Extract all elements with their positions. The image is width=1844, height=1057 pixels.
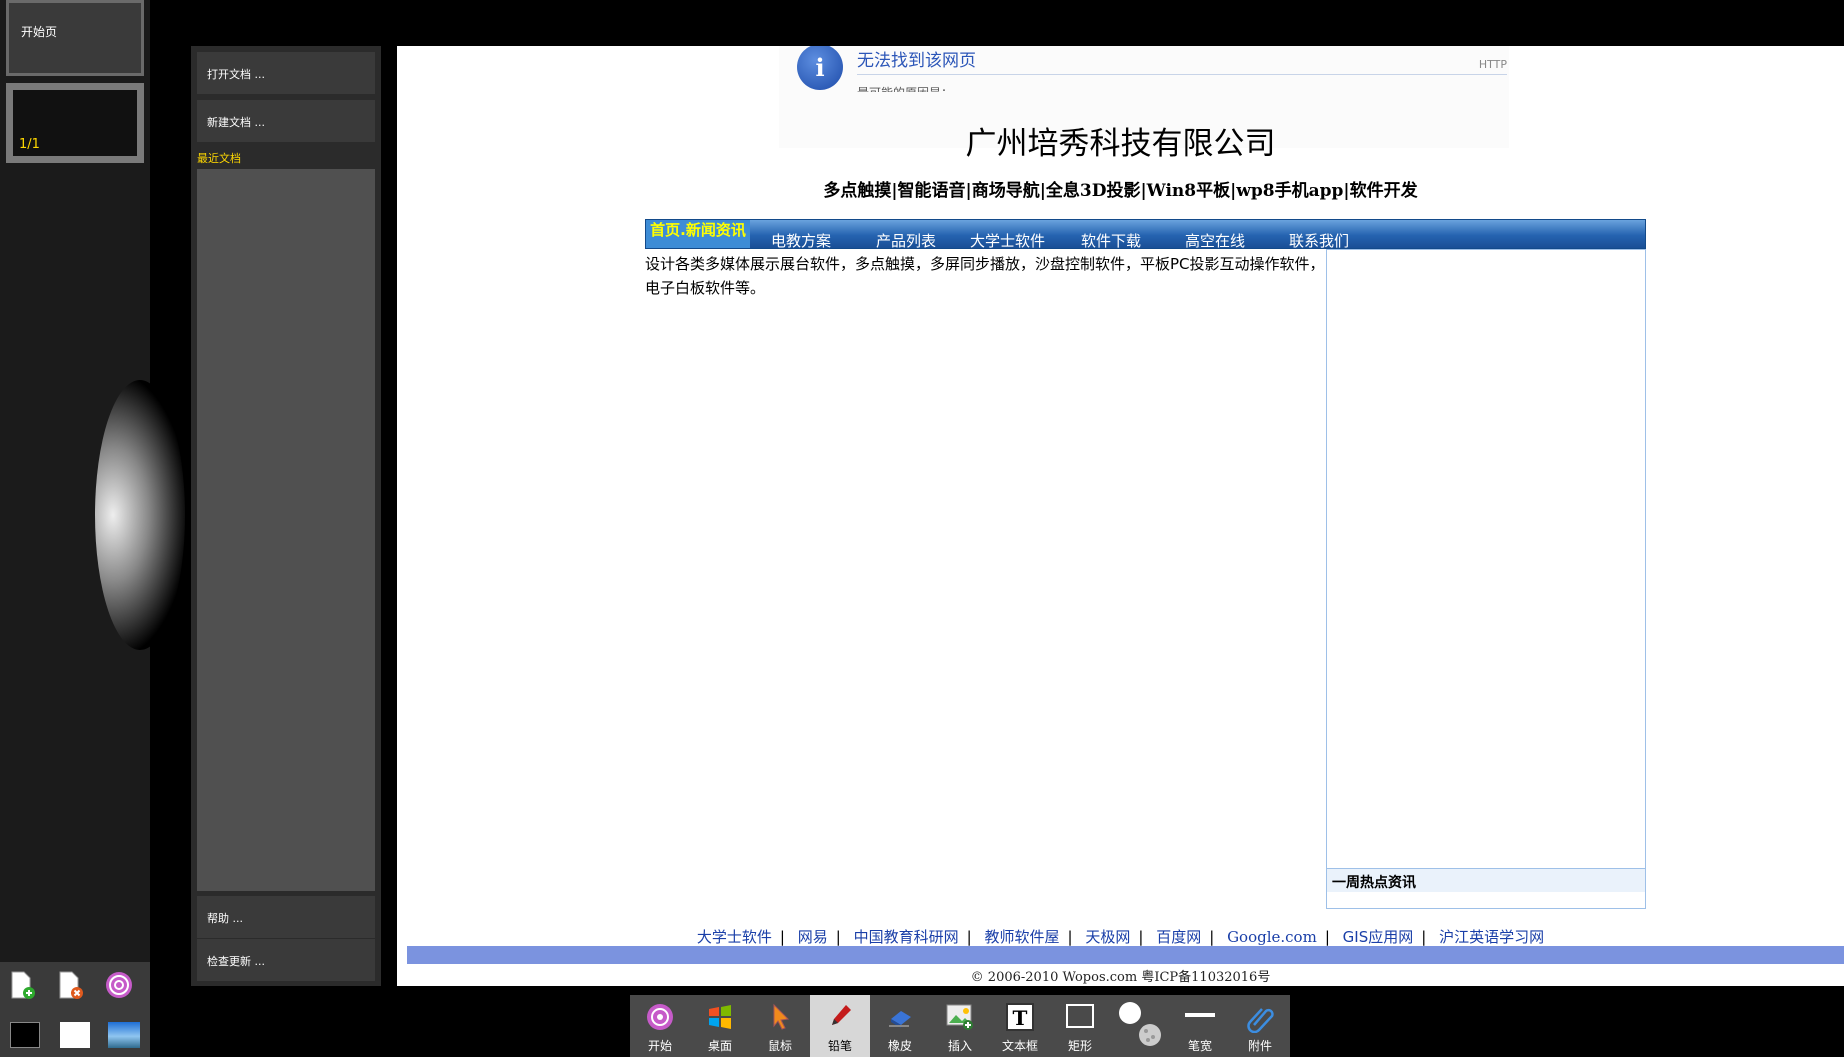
textbox-icon: T	[1005, 1001, 1035, 1033]
error-title: 无法找到该网页	[857, 51, 976, 71]
copyright-text: © 2006-2010 Wopos.com 粤ICP备11032016号	[970, 970, 1271, 985]
site-nav-bar: 首页.新闻资讯 电教方案 产品列表 大学士软件 软件下载 高空在线 联系我们	[645, 219, 1646, 249]
start-tool-label: 开始	[647, 1039, 672, 1053]
link-item[interactable]: 沪江英语学习网	[1439, 928, 1544, 946]
error-http-label: HTTP	[1478, 58, 1507, 71]
pencil-icon	[825, 1001, 855, 1033]
decorative-arc	[95, 380, 185, 650]
windows-logo-icon	[705, 1001, 735, 1033]
pencil-tool-label: 铅笔	[827, 1039, 852, 1053]
delete-page-icon[interactable]	[55, 970, 85, 1000]
link-item[interactable]: 百度网	[1156, 928, 1201, 946]
start-page-label: 开始页	[21, 25, 58, 39]
rectangle-tool-label: 矩形	[1067, 1039, 1092, 1053]
nav-item-online[interactable]: 高空在线	[1185, 230, 1245, 248]
pen-width-tool-button[interactable]: 笔宽	[1170, 995, 1230, 1057]
eraser-icon	[885, 1001, 915, 1033]
error-divider	[857, 74, 1507, 75]
error-detail-text: 最可能的原因是：	[857, 84, 953, 92]
new-document-label: 新建文档 ...	[207, 116, 265, 129]
start-tool-button[interactable]: 开始	[630, 995, 690, 1057]
desktop-tool-label: 桌面	[707, 1039, 732, 1053]
color-picker-icon	[1118, 999, 1164, 1049]
spiral-icon	[645, 1001, 675, 1033]
link-item[interactable]: Google.com	[1227, 928, 1317, 946]
sidebar-news-box: 一周热点资讯	[1326, 249, 1646, 909]
recent-documents-list[interactable]	[197, 169, 375, 891]
link-item[interactable]: 大学士软件	[697, 928, 772, 946]
start-menu-panel: 打开文档 ... 新建文档 ... 最近文档 帮助 ... 检查更新 ...	[191, 46, 381, 986]
footer-bar	[407, 946, 1844, 964]
company-tagline: 多点触摸|智能语音|商场导航|全息3D投影|Win8平板|wp8手机app|软件…	[823, 181, 1418, 201]
web-page-view[interactable]: i 无法找到该网页 HTTP 最可能的原因是： 广州培秀科技有限公司 多点触摸|…	[397, 46, 1844, 986]
nav-item-solutions[interactable]: 电教方案	[771, 230, 831, 248]
nav-item-downloads[interactable]: 软件下载	[1081, 230, 1141, 248]
nav-item-products[interactable]: 产品列表	[876, 230, 936, 248]
nav-home-news[interactable]: 首页.新闻资讯	[646, 220, 750, 248]
link-item[interactable]: 网易	[798, 928, 828, 946]
pen-width-tool-label: 笔宽	[1187, 1039, 1212, 1053]
svg-text:T: T	[1013, 1006, 1028, 1030]
color-tool-button[interactable]	[1110, 995, 1170, 1057]
start-page-tab[interactable]: 开始页	[6, 0, 144, 76]
mouse-tool-button[interactable]: 鼠标	[750, 995, 810, 1057]
textbox-tool-label: 文本框	[1001, 1039, 1038, 1053]
rectangle-tool-button[interactable]: 矩形	[1050, 995, 1110, 1057]
attachment-tool-label: 附件	[1247, 1039, 1272, 1053]
company-title: 广州培秀科技有限公司	[965, 126, 1276, 162]
link-item[interactable]: GIS应用网	[1343, 928, 1414, 946]
desktop-tool-button[interactable]: 桌面	[690, 995, 750, 1057]
bottom-toolbar: 开始 桌面 鼠标 铅笔 橡皮 插入 T 文本框 矩形 笔宽 附件	[630, 995, 1290, 1057]
nav-item-software[interactable]: 大学士软件	[970, 230, 1045, 248]
check-update-label: 检查更新 ...	[207, 955, 265, 968]
intro-text: 设计各类多媒体展示展台软件，多点触摸，多屏同步播放，沙盘控制软件，平板PC投影互…	[645, 255, 1325, 297]
open-document-label: 打开文档 ...	[207, 68, 265, 81]
eraser-tool-button[interactable]: 橡皮	[870, 995, 930, 1057]
spiral-icon[interactable]	[104, 970, 134, 1000]
eraser-tool-label: 橡皮	[887, 1039, 912, 1053]
new-document-button[interactable]: 新建文档 ...	[197, 100, 375, 142]
check-update-button[interactable]: 检查更新 ...	[197, 939, 375, 981]
link-item[interactable]: 天极网	[1085, 928, 1130, 946]
info-icon: i	[797, 46, 843, 90]
rectangle-icon	[1065, 1001, 1095, 1033]
cursor-icon	[765, 1001, 795, 1033]
insert-tool-label: 插入	[947, 1039, 972, 1053]
attachment-tool-button[interactable]: 附件	[1230, 995, 1290, 1057]
recent-documents-label: 最近文档	[197, 152, 241, 165]
mouse-tool-label: 鼠标	[767, 1039, 792, 1053]
open-document-button[interactable]: 打开文档 ...	[197, 52, 375, 94]
friend-links: 大学士软件 | 网易 | 中国教育科研网 | 教师软件屋 | 天极网 | 百度网 | Goo…	[696, 928, 1545, 946]
nav-item-contact[interactable]: 联系我们	[1289, 230, 1349, 248]
paperclip-icon	[1245, 1001, 1275, 1033]
page-thumbnail[interactable]: 1/1	[6, 83, 144, 163]
white-background-icon[interactable]	[60, 1022, 90, 1048]
rail-toolbar	[0, 962, 150, 1057]
image-background-icon[interactable]	[108, 1022, 140, 1048]
insert-image-icon	[945, 1001, 975, 1033]
help-button[interactable]: 帮助 ...	[197, 896, 375, 938]
textbox-tool-button[interactable]: T 文本框	[990, 995, 1050, 1057]
link-item[interactable]: 中国教育科研网	[854, 928, 959, 946]
insert-tool-button[interactable]: 插入	[930, 995, 990, 1057]
weekly-hot-news-heading: 一周热点资讯	[1327, 868, 1645, 892]
help-label: 帮助 ...	[207, 912, 243, 925]
pencil-tool-button[interactable]: 铅笔	[810, 995, 870, 1057]
page-counter: 1/1	[19, 137, 40, 152]
link-item[interactable]: 教师软件屋	[984, 928, 1059, 946]
pen-width-icon	[1185, 1001, 1215, 1033]
black-background-icon[interactable]	[10, 1022, 40, 1048]
new-page-icon[interactable]	[7, 970, 37, 1000]
